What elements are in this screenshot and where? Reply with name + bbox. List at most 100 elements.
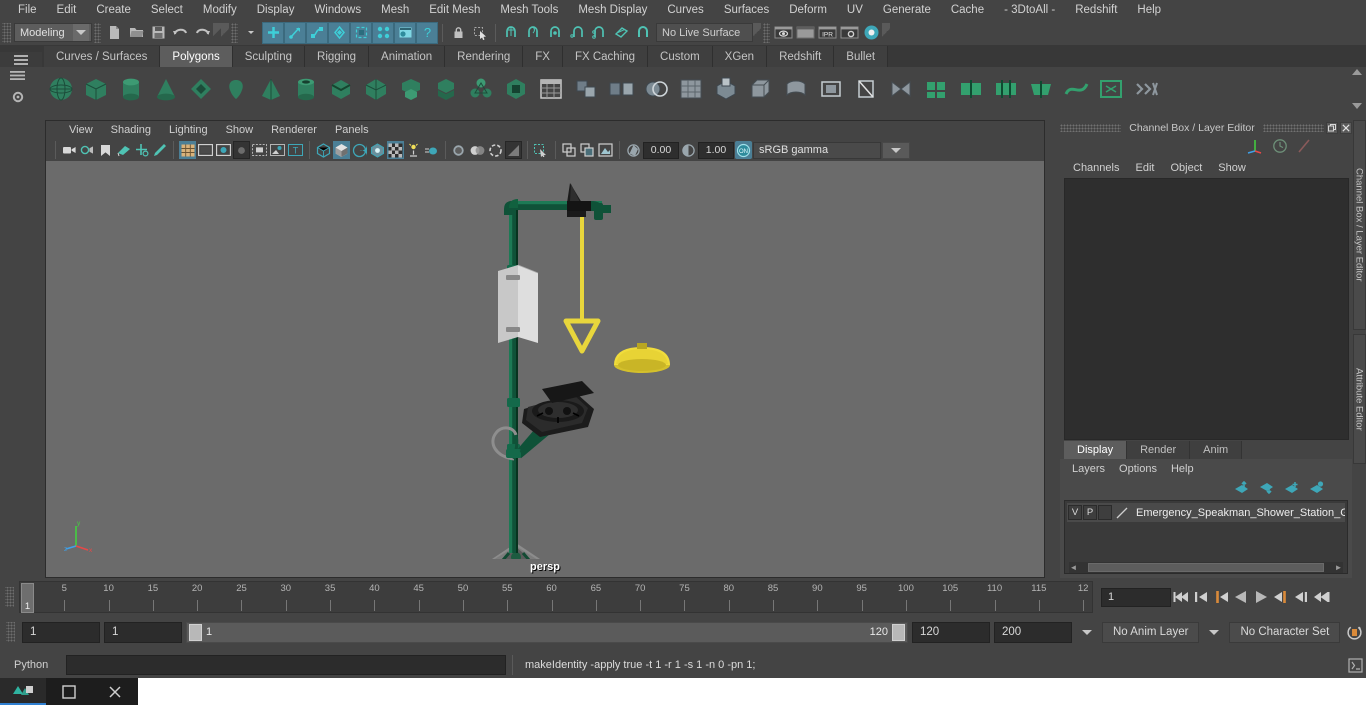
target-weld-icon[interactable] (884, 73, 917, 106)
shelf-scroll-down-icon[interactable] (1352, 103, 1362, 109)
layer-name[interactable]: Emergency_Speakman_Shower_Station_Gre (1132, 507, 1345, 519)
shelf-tab-fx[interactable]: FX (523, 46, 563, 67)
statusline-gripper[interactable] (2, 22, 11, 43)
select-mask-handle-icon[interactable] (328, 21, 350, 44)
safe-title-icon[interactable]: T (287, 141, 304, 159)
maya-app-icon[interactable] (0, 678, 46, 705)
redo-icon[interactable] (191, 22, 213, 44)
bookmark-icon[interactable] (97, 141, 114, 159)
poly-soccer-ball-icon[interactable] (394, 73, 427, 106)
shelf-tab-rigging[interactable]: Rigging (305, 46, 370, 67)
gamma-icon[interactable] (680, 141, 697, 159)
snap-to-point-icon[interactable] (544, 22, 566, 44)
auto-keyframe-icon[interactable] (1344, 621, 1364, 643)
hypershade-icon[interactable] (860, 22, 882, 44)
xray-active-components-icon[interactable] (579, 141, 596, 159)
step-forward-frame-icon[interactable] (1271, 586, 1291, 608)
layer-menu-help[interactable]: Help (1164, 461, 1201, 477)
menu-cache[interactable]: Cache (941, 2, 994, 18)
current-frame-field[interactable]: 1 (1101, 587, 1171, 607)
select-mask-misc-icon[interactable]: ? (416, 21, 438, 44)
open-scene-icon[interactable] (125, 22, 147, 44)
resolution-gate-icon[interactable] (215, 141, 232, 159)
transfer-attributes-icon[interactable] (1059, 73, 1092, 106)
viewport-menu-shading[interactable]: Shading (102, 123, 160, 137)
viewport-menu-lighting[interactable]: Lighting (160, 123, 217, 137)
viewport-menu-renderer[interactable]: Renderer (262, 123, 326, 137)
menu-create[interactable]: Create (86, 2, 141, 18)
restore-window-icon[interactable] (1326, 122, 1338, 134)
range-start-field[interactable]: 1 (104, 621, 182, 643)
hscroll-left-icon[interactable]: ◄ (1069, 563, 1078, 572)
shelf-tab-xgen[interactable]: XGen (712, 46, 768, 67)
offset-edge-loop-icon[interactable] (989, 73, 1022, 106)
shelf-menu-icon[interactable] (10, 71, 25, 83)
select-by-hierarchy-icon[interactable] (262, 21, 284, 44)
layer-menu-layers[interactable]: Layers (1065, 461, 1112, 477)
poly-helix-icon[interactable] (359, 73, 392, 106)
booleans-icon[interactable] (639, 73, 672, 106)
render-view-icon[interactable] (772, 22, 794, 44)
new-layer-icon[interactable] (1284, 481, 1299, 497)
tab-render[interactable]: Render (1127, 441, 1191, 459)
close-window-icon[interactable] (1340, 122, 1352, 134)
layer-row[interactable]: V P Emergency_Speakman_Shower_Station_Gr… (1067, 503, 1345, 522)
shelf-tab-polygons[interactable]: Polygons (160, 46, 233, 67)
menu-edit-mesh[interactable]: Edit Mesh (419, 2, 490, 18)
step-back-frame-icon[interactable] (1211, 586, 1231, 608)
command-input[interactable] (66, 655, 506, 675)
color-management-toggle-icon[interactable]: ON (735, 141, 752, 159)
poly-pyramid-icon[interactable] (289, 73, 322, 106)
menu-3dtoall[interactable]: - 3DtoAll - (994, 2, 1065, 18)
shelf-tab-animation[interactable]: Animation (369, 46, 446, 67)
shelf-tab-fx-caching[interactable]: FX Caching (562, 46, 649, 67)
camera-attributes-icon[interactable] (79, 141, 96, 159)
grease-pencil-icon[interactable] (151, 141, 168, 159)
bridge-icon[interactable] (779, 73, 812, 106)
range-slider-gripper[interactable] (6, 622, 15, 642)
anim-layer-selector[interactable]: No Anim Layer (1102, 621, 1200, 643)
ipr-render-icon[interactable]: IPR (816, 22, 838, 44)
append-polygon-icon[interactable] (814, 73, 847, 106)
menu-set-selector[interactable]: Modeling (14, 23, 92, 42)
gate-mask-icon[interactable] (233, 141, 250, 159)
poly-gear-icon[interactable] (499, 73, 532, 106)
menu-mesh-display[interactable]: Mesh Display (568, 2, 657, 18)
undo-icon[interactable] (169, 22, 191, 44)
film-gate-icon[interactable] (197, 141, 214, 159)
quad-draw-icon[interactable] (919, 73, 952, 106)
snap-to-curve-icon[interactable] (522, 22, 544, 44)
select-by-object-icon[interactable] (284, 21, 306, 44)
shelf-tab-bullet[interactable]: Bullet (834, 46, 889, 67)
bevel-icon[interactable] (744, 73, 777, 106)
menu-deform[interactable]: Deform (779, 2, 837, 18)
highlight-selection-icon[interactable] (469, 22, 491, 44)
menu-modify[interactable]: Modify (193, 2, 247, 18)
menu-curves[interactable]: Curves (657, 2, 713, 18)
shelf-tab-custom[interactable]: Custom (648, 46, 713, 67)
layer-menu-options[interactable]: Options (1112, 461, 1164, 477)
select-mask-image-icon[interactable] (394, 21, 416, 44)
channel-box-menu-object[interactable]: Object (1162, 160, 1210, 176)
move-layer-down-icon[interactable] (1259, 481, 1274, 497)
make-live-icon[interactable] (632, 22, 654, 44)
new-layer-from-selection-icon[interactable] (1309, 481, 1324, 497)
poly-cube-icon[interactable] (79, 73, 112, 106)
xray-joints-icon[interactable] (561, 141, 578, 159)
motion-blur-icon[interactable] (423, 141, 440, 159)
shelf-scroll-arrows[interactable] (1350, 69, 1364, 109)
multisample-aa-icon[interactable] (451, 141, 468, 159)
range-start-handle[interactable] (189, 623, 202, 641)
selection-mode-dropdown-icon[interactable] (240, 22, 262, 44)
window-icon[interactable] (46, 678, 92, 705)
image-plane-icon[interactable] (115, 141, 132, 159)
multi-cut-icon[interactable] (849, 73, 882, 106)
menu-uv[interactable]: UV (837, 2, 873, 18)
current-time-indicator[interactable]: 1 (21, 583, 34, 613)
move-layer-up-icon[interactable] (1234, 480, 1249, 497)
animation-start-field[interactable]: 1 (22, 621, 100, 643)
layer-visibility-toggle[interactable]: V (1068, 505, 1082, 520)
step-back-keyframe-icon[interactable] (1191, 586, 1211, 608)
viewport-menu-panels[interactable]: Panels (326, 123, 378, 137)
lock-selection-icon[interactable] (447, 22, 469, 44)
